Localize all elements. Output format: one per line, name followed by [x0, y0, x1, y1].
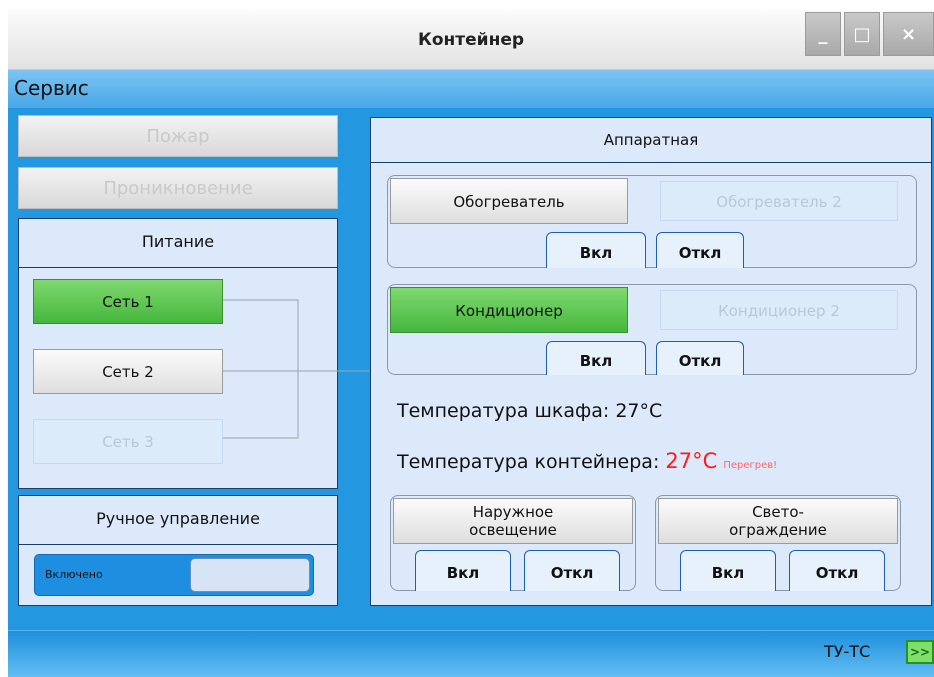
cabinet-temp-value: 27°C	[615, 400, 663, 422]
intrusion-button[interactable]: Проникновение	[18, 167, 338, 209]
fire-button[interactable]: Пожар	[18, 115, 338, 157]
outdoor-light-off-button[interactable]: Откл	[524, 550, 620, 591]
heater2-button[interactable]: Обогреватель 2	[660, 181, 898, 221]
outdoor-light-on-button[interactable]: Вкл	[415, 550, 511, 591]
obstruction-light-button[interactable]: Свето- ограждение	[658, 498, 898, 544]
power-title: Питание	[141, 232, 215, 251]
close-button[interactable]: ×	[883, 12, 934, 56]
obstruction-light-off-button[interactable]: Откл	[789, 550, 885, 591]
hardware-title: Аппаратная	[603, 131, 699, 149]
outdoor-light-line1: Наружное	[472, 503, 554, 521]
status-bar	[8, 630, 934, 677]
manual-toggle-label: Включено	[45, 568, 103, 581]
connection-status-icon[interactable]: >>	[906, 640, 934, 664]
maximize-button[interactable]: □	[844, 12, 880, 56]
obstruction-light-on-button[interactable]: Вкл	[680, 550, 776, 591]
container-temp-label: Температура контейнера:	[397, 451, 660, 473]
window-title: Контейнер	[417, 30, 525, 50]
overheat-warning: Перегрев!	[723, 460, 778, 471]
conditioner2-button[interactable]: Кондиционер 2	[660, 290, 898, 330]
heater-on-button[interactable]: Вкл	[546, 232, 646, 268]
obstruction-light-line1: Свето-	[752, 503, 804, 521]
net3-button[interactable]: Сеть 3	[33, 419, 223, 464]
cabinet-temperature: Температура шкафа: 27°C	[397, 396, 662, 426]
tu-ts-label: ТУ-ТС	[824, 642, 871, 661]
manual-toggle[interactable]: Включено	[34, 554, 314, 596]
outdoor-light-line2: освещение	[469, 521, 557, 539]
conditioner-on-button[interactable]: Вкл	[546, 341, 646, 375]
main-window: Контейнер _ □ × Сервис Пожар Проникновен…	[8, 10, 934, 677]
manual-title: Ручное управление	[96, 509, 260, 528]
heater-button[interactable]: Обогреватель	[390, 178, 628, 224]
menu-bar	[8, 70, 934, 108]
toggle-knob[interactable]	[190, 558, 310, 592]
conditioner-button[interactable]: Кондиционер	[390, 287, 628, 333]
conditioner-off-button[interactable]: Откл	[656, 341, 744, 375]
container-temp-value: 27°C	[665, 449, 718, 473]
menu-service[interactable]: Сервис	[10, 74, 93, 102]
hardware-header: Аппаратная	[370, 117, 932, 163]
power-header: Питание	[18, 218, 338, 268]
cabinet-temp-label: Температура шкафа:	[397, 400, 610, 422]
heater-off-button[interactable]: Откл	[656, 232, 744, 268]
obstruction-light-line2: ограждение	[729, 521, 827, 539]
minimize-button[interactable]: _	[805, 12, 841, 56]
title-bar[interactable]: Контейнер _ □ ×	[8, 10, 934, 70]
container-temperature: Температура контейнера: 27°C Перегрев!	[397, 446, 777, 476]
net2-button[interactable]: Сеть 2	[33, 349, 223, 394]
outdoor-light-button[interactable]: Наружное освещение	[393, 498, 633, 544]
net1-button[interactable]: Сеть 1	[33, 279, 223, 324]
manual-header: Ручное управление	[18, 495, 338, 545]
